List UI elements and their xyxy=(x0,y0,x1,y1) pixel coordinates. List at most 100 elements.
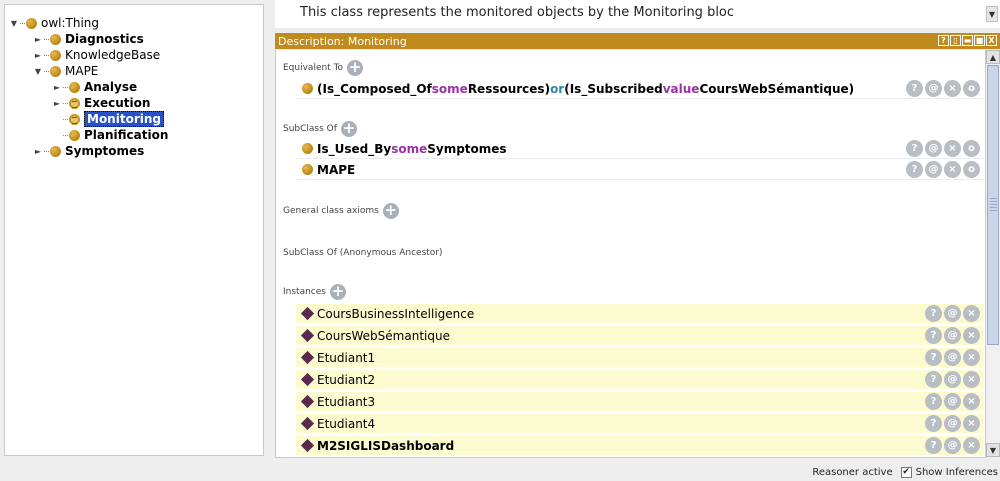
scroll-up-icon[interactable]: ▲ xyxy=(986,50,1000,64)
maximize-icon[interactable]: ■ xyxy=(974,35,985,46)
tree-node-symptomes[interactable]: ► Symptomes xyxy=(32,143,144,159)
tree-node-execution[interactable]: ► Execution xyxy=(51,95,150,111)
edit-button[interactable]: o xyxy=(963,80,980,97)
tree-node-monitoring[interactable]: Monitoring xyxy=(63,111,164,127)
expand-arrow-icon[interactable]: ▼ xyxy=(8,15,20,31)
edit-button[interactable]: o xyxy=(963,161,980,178)
annotate-button[interactable]: @ xyxy=(925,80,942,97)
description-panel: Equivalent To + (Is_Composed_Of some Res… xyxy=(275,50,985,458)
individual-icon xyxy=(300,328,315,343)
instance-row[interactable]: M2SIGLISDashboard ? @ × xyxy=(296,436,984,456)
tree-node-mape[interactable]: ▼ MAPE xyxy=(32,63,98,79)
section-label: Instances xyxy=(283,287,326,297)
delete-button[interactable]: × xyxy=(963,349,980,366)
superclass-row[interactable]: MAPE ? @ × o xyxy=(296,160,984,180)
instance-name: Etudiant2 xyxy=(317,372,376,387)
explain-button[interactable]: ? xyxy=(925,415,942,432)
collapse-arrow-icon[interactable]: ► xyxy=(51,95,63,111)
instance-row[interactable]: Etudiant1 ? @ × xyxy=(296,348,984,368)
collapse-arrow-icon[interactable]: ► xyxy=(32,47,44,63)
add-superclass-button[interactable]: + xyxy=(340,121,357,137)
class-icon xyxy=(26,17,37,29)
instance-row[interactable]: CoursWebSémantique ? @ × xyxy=(296,326,984,346)
show-inferences-toggle[interactable]: ✔ Show Inferences xyxy=(900,467,998,478)
tree-node-label-selected: Monitoring xyxy=(84,111,164,127)
explain-button[interactable]: ? xyxy=(906,80,923,97)
delete-button[interactable]: × xyxy=(944,161,961,178)
scroll-down-icon[interactable]: ▼ xyxy=(986,443,1000,457)
tree-node-analyse[interactable]: ► Analyse xyxy=(51,79,137,95)
individual-icon xyxy=(300,372,315,387)
show-inferences-checkbox[interactable]: ✔ xyxy=(900,467,912,478)
explain-button[interactable]: ? xyxy=(906,161,923,178)
minimize-icon[interactable]: ▬ xyxy=(962,35,973,46)
close-icon[interactable]: X xyxy=(986,35,997,46)
class-icon xyxy=(50,145,61,157)
tree-node-owl-thing[interactable]: ▼ owl:Thing xyxy=(8,15,99,31)
delete-button[interactable]: × xyxy=(963,415,980,432)
class-icon xyxy=(69,81,80,93)
section-label: SubClass Of (Anonymous Ancestor) xyxy=(283,248,443,258)
annotate-button[interactable]: @ xyxy=(944,349,961,366)
explain-button[interactable]: ? xyxy=(925,349,942,366)
annotate-button[interactable]: @ xyxy=(925,161,942,178)
scroll-down-icon[interactable]: ▼ xyxy=(986,6,998,22)
section-label: SubClass Of xyxy=(283,124,337,134)
help-icon[interactable]: ? xyxy=(938,35,949,46)
annotate-button[interactable]: @ xyxy=(944,371,961,388)
scrollbar-thumb[interactable] xyxy=(987,65,999,345)
annotate-button[interactable]: @ xyxy=(944,415,961,432)
annotate-button[interactable]: @ xyxy=(944,327,961,344)
explain-button[interactable]: ? xyxy=(925,327,942,344)
annotate-button[interactable]: @ xyxy=(944,393,961,410)
instance-row[interactable]: Etudiant4 ? @ × xyxy=(296,414,984,434)
instance-name: M2SIGLISDashboard xyxy=(317,438,455,453)
class-icon xyxy=(302,83,313,94)
instance-row[interactable]: CoursBusinessIntelligence ? @ × xyxy=(296,304,984,324)
explain-button[interactable]: ? xyxy=(906,140,923,157)
edit-button[interactable]: o xyxy=(963,140,980,157)
add-equivalent-button[interactable]: + xyxy=(347,60,364,76)
equivalent-class-row[interactable]: (Is_Composed_Of some Ressources) or (Is_… xyxy=(296,79,984,99)
instance-row[interactable]: Etudiant2 ? @ × xyxy=(296,370,984,390)
collapse-arrow-icon[interactable]: ► xyxy=(51,79,63,95)
explain-button[interactable]: ? xyxy=(925,371,942,388)
delete-button[interactable]: × xyxy=(963,371,980,388)
show-inferences-label: Show Inferences xyxy=(915,467,998,478)
instance-row[interactable]: Etudiant3 ? @ × xyxy=(296,392,984,412)
delete-button[interactable]: × xyxy=(944,140,961,157)
explain-button[interactable]: ? xyxy=(925,305,942,322)
instance-name: Etudiant4 xyxy=(317,416,376,431)
collapse-arrow-icon[interactable]: ► xyxy=(32,143,44,159)
expand-arrow-icon[interactable]: ▼ xyxy=(32,63,44,79)
tree-node-label: MAPE xyxy=(65,64,99,78)
class-icon xyxy=(302,164,313,175)
explain-button[interactable]: ? xyxy=(925,437,942,454)
section-instances: Instances + xyxy=(283,284,346,300)
section-general-axioms: General class axioms + xyxy=(283,203,399,219)
float-view-icon[interactable]: ▯ xyxy=(950,35,961,46)
defined-class-icon xyxy=(69,97,80,109)
delete-button[interactable]: × xyxy=(963,437,980,454)
class-icon xyxy=(50,65,61,77)
superclass-row[interactable]: Is_Used_By some Symptomes ? @ × o xyxy=(296,139,984,159)
tree-node-knowledgebase[interactable]: ► KnowledgeBase xyxy=(32,47,160,63)
section-subclass-of: SubClass Of + xyxy=(283,121,357,137)
delete-button[interactable]: × xyxy=(963,393,980,410)
annotate-button[interactable]: @ xyxy=(944,305,961,322)
annotate-button[interactable]: @ xyxy=(944,437,961,454)
delete-button[interactable]: × xyxy=(944,80,961,97)
add-instance-button[interactable]: + xyxy=(329,284,346,300)
class-expression: Is_Used_By some Symptomes xyxy=(317,141,507,156)
tree-node-label: Analyse xyxy=(84,80,138,94)
tree-node-diagnostics[interactable]: ► Diagnostics xyxy=(32,31,144,47)
add-general-axiom-button[interactable]: + xyxy=(382,203,399,219)
collapse-arrow-icon[interactable]: ► xyxy=(32,31,44,47)
delete-button[interactable]: × xyxy=(963,327,980,344)
explain-button[interactable]: ? xyxy=(925,393,942,410)
annotate-button[interactable]: @ xyxy=(925,140,942,157)
description-scrollbar[interactable]: ▲ ▼ xyxy=(985,50,1000,458)
tree-node-planification[interactable]: Planification xyxy=(63,127,168,143)
delete-button[interactable]: × xyxy=(963,305,980,322)
class-hierarchy-tree[interactable]: ▼ owl:Thing ► Diagnostics ► KnowledgeBas… xyxy=(4,4,264,456)
